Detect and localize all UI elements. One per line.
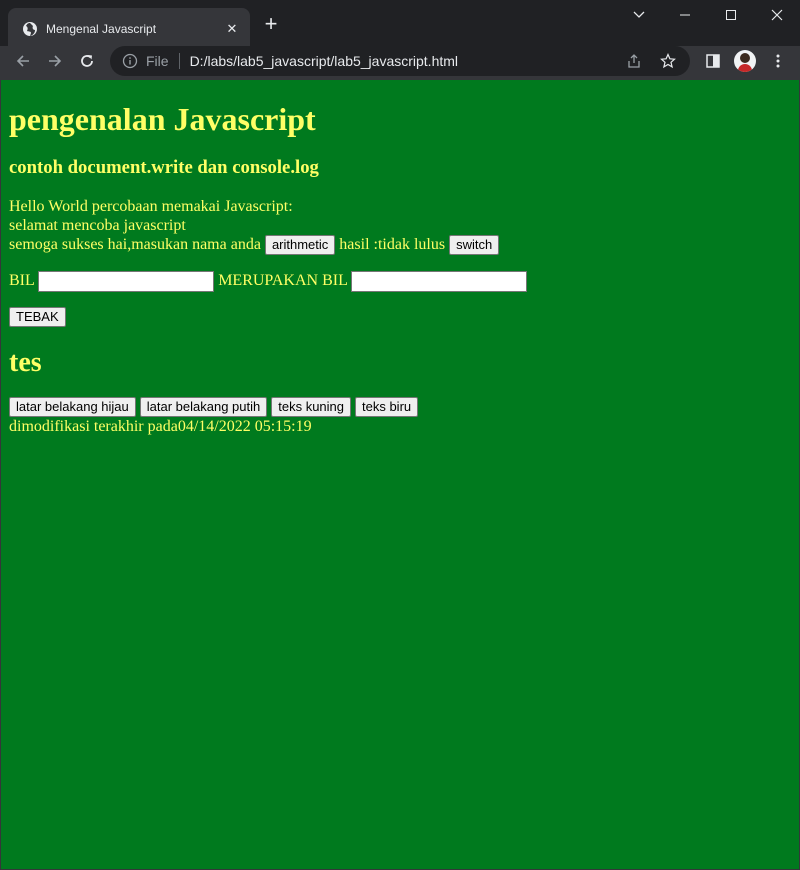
white-background-button[interactable]: latar belakang putih (139, 397, 268, 417)
tes-heading: tes (9, 347, 42, 378)
page-subtitle: contoh document.write dan console.log (9, 157, 319, 178)
avatar (734, 50, 756, 72)
profile-avatar[interactable] (733, 50, 757, 72)
tab-title: Mengenal Javascript (46, 22, 157, 36)
minimize-button[interactable] (662, 0, 708, 30)
side-panel-icon[interactable] (701, 50, 725, 72)
tab-search-chevron-icon[interactable] (616, 0, 662, 30)
forward-arrow-icon[interactable] (41, 48, 69, 74)
info-icon[interactable] (122, 53, 138, 69)
style-buttons-row: latar belakang hijau latar belakang puti… (9, 397, 791, 417)
merupakan-label: MERUPAKAN BIL (218, 272, 348, 290)
kebab-menu-icon[interactable] (766, 50, 790, 72)
reload-icon[interactable] (73, 48, 101, 74)
new-tab-button[interactable]: + (261, 13, 281, 35)
window-controls (616, 0, 800, 30)
output-text-block: Hello World percobaan memakai Javascript… (9, 197, 791, 255)
last-modified-text: dimodifikasi terakhir pada04/14/2022 05:… (9, 418, 312, 435)
number-check-row: BIL MERUPAKAN BIL (9, 271, 791, 292)
page-viewport: pengenalan Javascript contoh document.wr… (1, 80, 799, 869)
result-text: hasil :tidak lulus (339, 236, 446, 253)
name-prompt-text: semoga sukses hai,masukan nama anda (9, 236, 261, 253)
arithmetic-button[interactable]: arithmetic (264, 235, 336, 255)
bil-label: BIL (9, 272, 35, 290)
tebak-row: TEBAK (9, 307, 791, 327)
tab-mengenal-javascript[interactable]: Mengenal Javascript ✕ (8, 8, 250, 50)
page-title: pengenalan Javascript (9, 101, 316, 137)
number-type-output[interactable] (351, 271, 528, 292)
scheme-label: File (146, 53, 169, 69)
tebak-button[interactable]: TEBAK (9, 307, 66, 327)
maximize-button[interactable] (708, 0, 754, 30)
title-bar: Mengenal Javascript ✕ + (0, 0, 800, 50)
omnibox-divider (178, 53, 180, 69)
switch-button[interactable]: switch (449, 235, 500, 255)
url-text[interactable]: D:/labs/lab5_javascript/lab5_javascript.… (190, 53, 610, 69)
tab-close-icon[interactable]: ✕ (224, 21, 240, 37)
share-icon[interactable] (624, 51, 644, 71)
globe-icon (22, 21, 38, 37)
name-prompt-line: semoga sukses hai,masukan nama anda arit… (9, 235, 791, 255)
yellow-text-button[interactable]: teks kuning (271, 397, 351, 417)
close-window-button[interactable] (754, 0, 800, 30)
back-arrow-icon[interactable] (9, 48, 37, 74)
number-input[interactable] (38, 271, 215, 292)
blue-text-button[interactable]: teks biru (355, 397, 419, 417)
browser-toolbar: File D:/labs/lab5_javascript/lab5_javasc… (0, 46, 800, 80)
green-background-button[interactable]: latar belakang hijau (9, 397, 136, 417)
address-bar[interactable]: File D:/labs/lab5_javascript/lab5_javasc… (110, 46, 690, 76)
hello-line: Hello World percobaan memakai Javascript… (9, 198, 293, 215)
greeting-line: selamat mencoba javascript (9, 217, 186, 234)
star-icon[interactable] (658, 51, 678, 71)
